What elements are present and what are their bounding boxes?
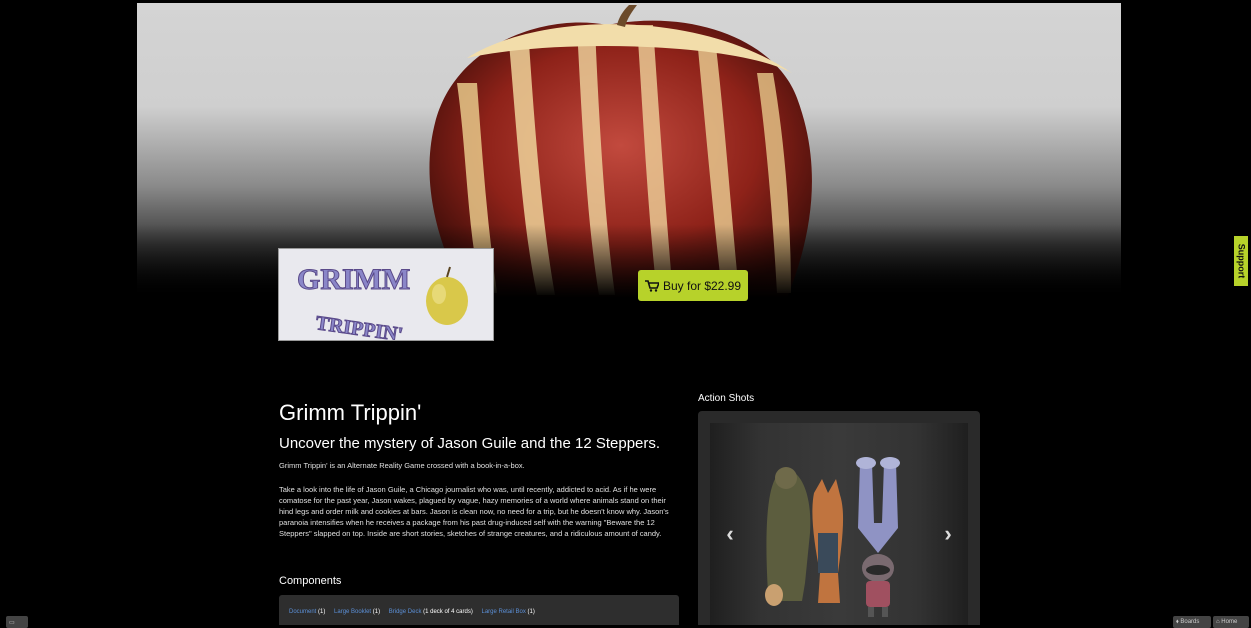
boards-button[interactable]: ⬧ Boards <box>1173 616 1211 628</box>
carousel-prev-button[interactable]: ‹ <box>720 521 740 547</box>
component-link-bridge-deck[interactable]: Bridge Deck <box>389 609 422 615</box>
short-description: Grimm Trippin' is an Alternate Reality G… <box>279 461 525 470</box>
home-icon: ⌂ <box>1216 619 1220 625</box>
characters-illustration <box>765 457 900 617</box>
cart-icon <box>644 279 659 292</box>
pin-icon: ⬧ <box>1176 618 1179 625</box>
svg-text:GRIMM: GRIMM <box>297 263 410 296</box>
component-count: (1) <box>318 609 326 615</box>
support-tab[interactable]: Support <box>1234 236 1248 286</box>
chevron-right-icon: › <box>944 521 952 546</box>
chevron-left-icon: ‹ <box>726 521 734 546</box>
game-tagline: Uncover the mystery of Jason Guile and t… <box>279 435 661 452</box>
buy-button-label: Buy for $22.99 <box>662 278 742 293</box>
home-button-label: Home <box>1221 619 1238 625</box>
boards-button-label: Boards <box>1180 619 1200 625</box>
chat-icon: ▭ <box>9 619 15 626</box>
carousel-slide: ‹ › <box>710 423 968 625</box>
game-logo: GRIMM TRIPPIN' <box>278 248 494 341</box>
components-heading: Components <box>279 575 342 587</box>
components-list: Document (1) Large Booklet (1) Bridge De… <box>279 595 679 625</box>
grimm-trippin-logo: GRIMM TRIPPIN' <box>279 249 493 340</box>
support-tab-label: Support <box>1236 243 1246 279</box>
action-shots-heading: Action Shots <box>698 393 755 404</box>
game-title: Grimm Trippin' <box>279 400 422 425</box>
component-link-large-booklet[interactable]: Large Booklet <box>334 609 371 615</box>
chat-widget-button[interactable]: ▭ <box>6 616 28 628</box>
buy-button[interactable]: Buy for $22.99 <box>638 270 748 301</box>
component-link-document[interactable]: Document <box>289 609 316 615</box>
component-count: (1) <box>527 609 535 615</box>
long-description: Take a look into the life of Jason Guile… <box>279 485 669 538</box>
component-count: (1 deck of 4 cards) <box>423 609 473 615</box>
action-shots-carousel: ‹ › <box>698 411 980 625</box>
home-button[interactable]: ⌂ Home <box>1213 616 1249 628</box>
carousel-next-button[interactable]: › <box>938 521 958 547</box>
component-count: (1) <box>372 609 381 615</box>
component-link-large-retail-box[interactable]: Large Retail Box <box>481 609 525 615</box>
